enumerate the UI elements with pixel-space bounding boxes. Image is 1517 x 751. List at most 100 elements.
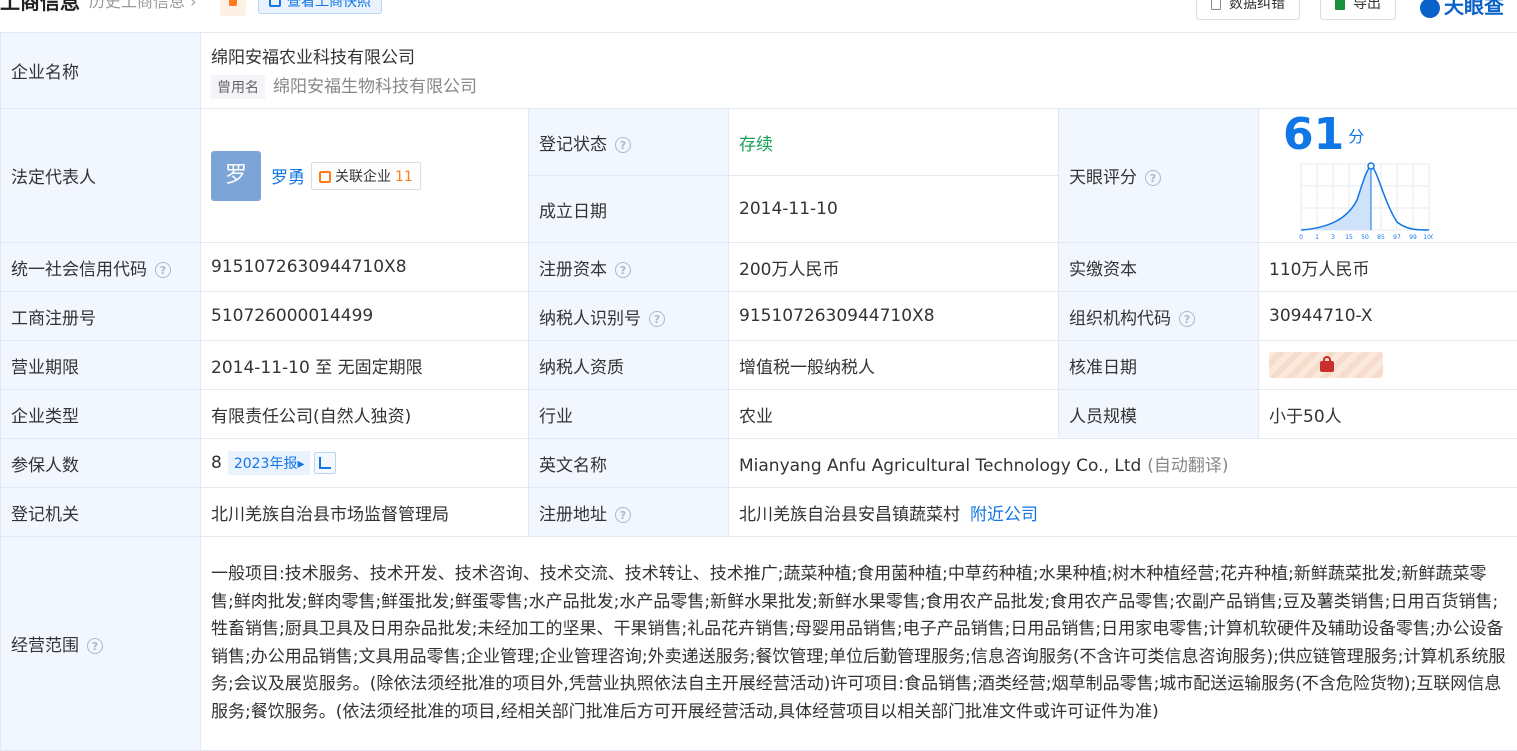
axis-tick: 85 <box>1377 234 1385 241</box>
help-icon[interactable]: ? <box>1145 170 1161 186</box>
reg-capital-value: 200万人民币 <box>729 243 1059 292</box>
en-name-value: Mianyang Anfu Agricultural Technology Co… <box>739 456 1141 476</box>
label-industry: 行业 <box>529 390 729 439</box>
annual-report-button[interactable]: 2023年报▸ <box>228 451 311 475</box>
scope-value: 一般项目:技术服务、技术开发、技术咨询、技术交流、技术转让、技术推广;蔬菜种植;… <box>201 537 1517 751</box>
label-scope: 经营范围? <box>1 537 201 751</box>
help-icon[interactable]: ? <box>155 262 171 278</box>
approve-date-cell <box>1259 341 1517 390</box>
company-name-cell: 绵阳安福农业科技有限公司 曾用名绵阳安福生物科技有限公司 <box>201 33 1517 109</box>
label-approve-date: 核准日期 <box>1059 341 1259 390</box>
axis-tick: 0 <box>1299 234 1303 241</box>
label-founded: 成立日期 <box>529 176 729 243</box>
related-companies-button[interactable]: 关联企业11 <box>311 162 421 190</box>
legal-rep-link[interactable]: 罗勇 <box>271 168 305 188</box>
label-type: 企业类型 <box>1 390 201 439</box>
reg-no-value: 510726000014499 <box>201 292 529 341</box>
row-credit: 统一社会信用代码? 9151072630944710X8 注册资本? 200万人… <box>1 243 1517 292</box>
company-name: 绵阳安福农业科技有限公司 <box>211 43 1507 68</box>
org-code-value: 30944710-X <box>1259 292 1517 341</box>
row-legal-status: 法定代表人 罗罗勇关联企业11 登记状态? 存续 天眼评分? 61分 0 <box>1 109 1517 176</box>
avatar[interactable]: 罗 <box>211 151 261 201</box>
axis-tick: 99 <box>1409 234 1417 241</box>
help-icon[interactable]: ? <box>87 638 103 654</box>
section-title: 工商信息 <box>0 0 80 15</box>
authority-value: 北川羌族自治县市场监督管理局 <box>201 488 529 537</box>
row-reg-no: 工商注册号 510726000014499 纳税人识别号? 9151072630… <box>1 292 1517 341</box>
export-button[interactable]: 导出 <box>1320 0 1396 20</box>
row-company-name: 企业名称 绵阳安福农业科技有限公司 曾用名绵阳安福生物科技有限公司 <box>1 33 1517 109</box>
bell-icon[interactable] <box>220 0 246 16</box>
label-en-name: 英文名称 <box>529 439 729 488</box>
label-legal-rep: 法定代表人 <box>1 109 201 243</box>
label-org-code: 组织机构代码? <box>1059 292 1259 341</box>
label-taxpayer-id: 纳税人识别号? <box>529 292 729 341</box>
axis-tick: 100 <box>1423 234 1433 241</box>
logo-icon <box>1420 0 1440 18</box>
label-score: 天眼评分? <box>1059 109 1259 243</box>
trend-chart-icon[interactable] <box>314 452 336 474</box>
legal-rep-cell: 罗罗勇关联企业11 <box>201 109 529 243</box>
insured-value: 8 <box>211 453 222 473</box>
snapshot-button[interactable]: 查看工商快照 <box>258 0 382 14</box>
axis-tick: 3 <box>1331 234 1335 241</box>
axis-tick: 50 <box>1361 234 1369 241</box>
nearby-companies-link[interactable]: 附近公司 <box>970 505 1038 525</box>
label-taxpayer-qual: 纳税人资质 <box>529 341 729 390</box>
industry-value: 农业 <box>729 390 1059 439</box>
address-value: 北川羌族自治县安昌镇蔬菜村 <box>739 505 960 525</box>
help-icon[interactable]: ? <box>615 507 631 523</box>
axis-tick: 97 <box>1393 234 1401 241</box>
lock-icon[interactable] <box>1269 352 1383 378</box>
axis-tick: 1 <box>1315 234 1319 241</box>
taxpayer-qual-value: 增值税一般纳税人 <box>729 341 1059 390</box>
row-insured: 参保人数 8 2023年报▸ 英文名称 Mianyang Anfu Agricul… <box>1 439 1517 488</box>
document-icon <box>1211 0 1221 10</box>
excel-icon <box>1335 0 1345 10</box>
label-term: 营业期限 <box>1 341 201 390</box>
staff-value: 小于50人 <box>1259 390 1517 439</box>
help-icon[interactable]: ? <box>615 137 631 153</box>
label-credit-code: 统一社会信用代码? <box>1 243 201 292</box>
label-insured: 参保人数 <box>1 439 201 488</box>
business-info-table: 企业名称 绵阳安福农业科技有限公司 曾用名绵阳安福生物科技有限公司 法定代表人 … <box>0 32 1517 751</box>
taxpayer-id-value: 9151072630944710X8 <box>729 292 1059 341</box>
score-cell: 61分 0 1 3 15 50 85 <box>1259 109 1517 243</box>
label-authority: 登记机关 <box>1 488 201 537</box>
help-icon[interactable]: ? <box>615 262 631 278</box>
label-paid-capital: 实缴资本 <box>1059 243 1259 292</box>
label-reg-no: 工商注册号 <box>1 292 201 341</box>
paid-capital-value: 110万人民币 <box>1259 243 1517 292</box>
former-name: 绵阳安福生物科技有限公司 <box>273 77 477 97</box>
axis-tick: 15 <box>1345 234 1353 241</box>
insured-cell: 8 2023年报▸ <box>201 439 529 488</box>
section-header: 工商信息 历史工商信息 › 查看工商快照 数据纠错 导出 天眼查 <box>0 0 1517 32</box>
score-distribution-chart: 0 1 3 15 50 85 97 99 100 <box>1297 160 1433 242</box>
label-reg-capital: 注册资本? <box>529 243 729 292</box>
status-value: 存续 <box>729 109 1059 176</box>
row-scope: 经营范围? 一般项目:技术服务、技术开发、技术咨询、技术交流、技术转让、技术推广… <box>1 537 1517 751</box>
auto-translate-note: (自动翻译) <box>1147 456 1228 476</box>
credit-code-value: 9151072630944710X8 <box>201 243 529 292</box>
former-name-tag: 曾用名 <box>211 75 265 99</box>
type-value: 有限责任公司(自然人独资) <box>201 390 529 439</box>
row-term: 营业期限 2014-11-10 至 无固定期限 纳税人资质 增值税一般纳税人 核… <box>1 341 1517 390</box>
help-icon[interactable]: ? <box>1179 311 1195 327</box>
camera-icon <box>269 0 281 7</box>
score-value: 61 <box>1283 109 1344 160</box>
score-marker <box>1368 163 1374 169</box>
network-icon <box>319 171 331 183</box>
term-value: 2014-11-10 至 无固定期限 <box>201 341 529 390</box>
history-link[interactable]: 历史工商信息 › <box>89 0 197 12</box>
help-icon[interactable]: ? <box>649 311 665 327</box>
error-report-button[interactable]: 数据纠错 <box>1196 0 1300 20</box>
address-cell: 北川羌族自治县安昌镇蔬菜村附近公司 <box>729 488 1517 537</box>
label-company-name: 企业名称 <box>1 33 201 109</box>
row-authority: 登记机关 北川羌族自治县市场监督管理局 注册地址? 北川羌族自治县安昌镇蔬菜村附… <box>1 488 1517 537</box>
score-unit: 分 <box>1348 127 1364 146</box>
en-name-cell: Mianyang Anfu Agricultural Technology Co… <box>729 439 1517 488</box>
founded-value: 2014-11-10 <box>729 176 1059 243</box>
label-staff: 人员规模 <box>1059 390 1259 439</box>
logo: 天眼查 <box>1420 0 1504 19</box>
label-status: 登记状态? <box>529 109 729 176</box>
